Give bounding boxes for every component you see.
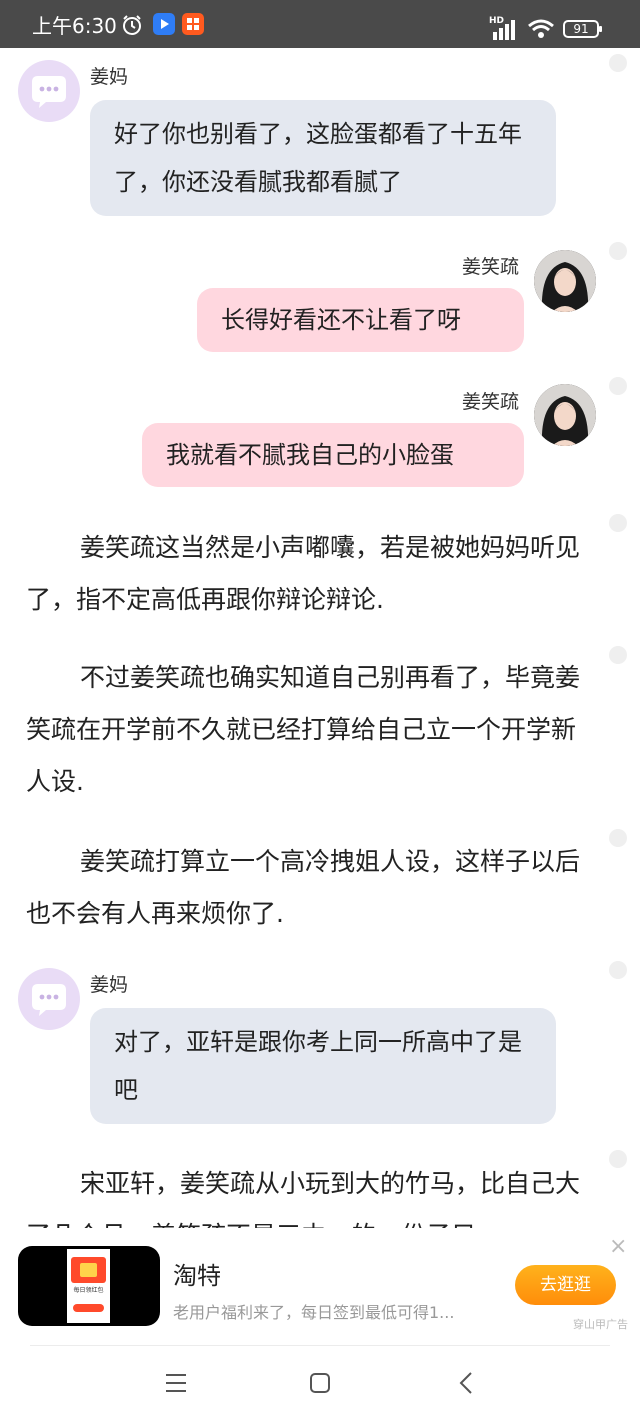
sender-name: 姜妈: [90, 974, 129, 996]
ad-card-button: [73, 1304, 104, 1312]
comment-dot[interactable]: [609, 242, 627, 260]
close-icon[interactable]: ×: [609, 1236, 627, 1258]
ad-card: 每日领红包: [67, 1249, 110, 1323]
user-avatar: [534, 384, 596, 446]
wifi-icon: [528, 19, 554, 38]
comment-dot[interactable]: [609, 1150, 627, 1168]
comment-dot[interactable]: [609, 54, 627, 72]
ad-description[interactable]: 老用户福利来了，每日签到最低可得1...: [173, 1299, 485, 1323]
sender-name: 姜妈: [90, 66, 129, 88]
app-icon: [182, 13, 204, 35]
user-avatar: [534, 250, 596, 312]
chat-bubble-icon: [32, 984, 66, 1016]
comment-dot[interactable]: [609, 829, 627, 847]
story-paragraph: 姜笑疏这当然是小声嘟囔，若是被她妈妈听见了，指不定高低再跟你辩论辩论.: [26, 533, 581, 614]
sender-name: 姜笑疏: [462, 391, 520, 413]
message-bubble: 好了你也别看了，这脸蛋都看了十五年了，你还没看腻我都看腻了: [90, 100, 556, 216]
comment-dot[interactable]: [609, 961, 627, 979]
alarm-icon: [123, 15, 141, 35]
message-bubble: 我就看不腻我自己的小脸蛋: [142, 423, 524, 487]
message-bubble: 长得好看还不让看了呀: [197, 288, 524, 352]
mom-avatar: [18, 60, 80, 122]
ad-title[interactable]: 淘特: [173, 1256, 221, 1291]
menu-icon[interactable]: [165, 1373, 187, 1393]
comment-dot[interactable]: [609, 377, 627, 395]
sender-name: 姜笑疏: [462, 256, 520, 278]
story-paragraph: 不过姜笑疏也确实知道自己别再看了，毕竟姜笑疏在开学前不久就已经打算给自己立一个开…: [26, 663, 581, 796]
home-icon[interactable]: [309, 1372, 331, 1394]
status-time: 上午6:30: [32, 14, 117, 38]
comment-dot[interactable]: [609, 646, 627, 664]
navigation-bar: [0, 1346, 640, 1422]
chat-bubble-icon: [32, 76, 66, 108]
battery-level: 91: [573, 22, 589, 36]
battery-icon: 91: [563, 20, 602, 38]
ad-source-label: 穿山甲广告: [573, 1318, 628, 1331]
ad-thumbnail[interactable]: 每日领红包: [18, 1246, 160, 1326]
back-icon[interactable]: [458, 1371, 474, 1395]
story-paragraph: 姜笑疏打算立一个高冷拽姐人设，这样子以后也不会有人再来烦你了.: [26, 847, 581, 928]
mom-avatar: [18, 968, 80, 1030]
ad-card-coin: [80, 1263, 97, 1277]
ad-banner[interactable]: 每日领红包 淘特 老用户福利来了，每日签到最低可得1... 去逛逛 × 穿山甲广…: [0, 1228, 640, 1346]
story-paragraph: 宋亚轩，姜笑疏从小玩到大的竹马，比自己大了几个月，姜笑疏不是三中一的一份子只: [26, 1169, 581, 1228]
ad-card-text: 每日领红包: [73, 1287, 104, 1294]
status-bar: 上午6:30 HD 91: [0, 0, 640, 48]
comment-dot[interactable]: [609, 514, 627, 532]
reader-content[interactable]: 姜妈 好了你也别看了，这脸蛋都看了十五年了，你还没看腻我都看腻了 姜笑疏 长得好…: [0, 48, 640, 1228]
message-bubble: 对了，亚轩是跟你考上同一所高中了是吧: [90, 1008, 556, 1124]
video-app-icon: [153, 13, 175, 35]
signal-icon: [493, 20, 515, 40]
ad-cta-button[interactable]: 去逛逛: [515, 1265, 616, 1305]
